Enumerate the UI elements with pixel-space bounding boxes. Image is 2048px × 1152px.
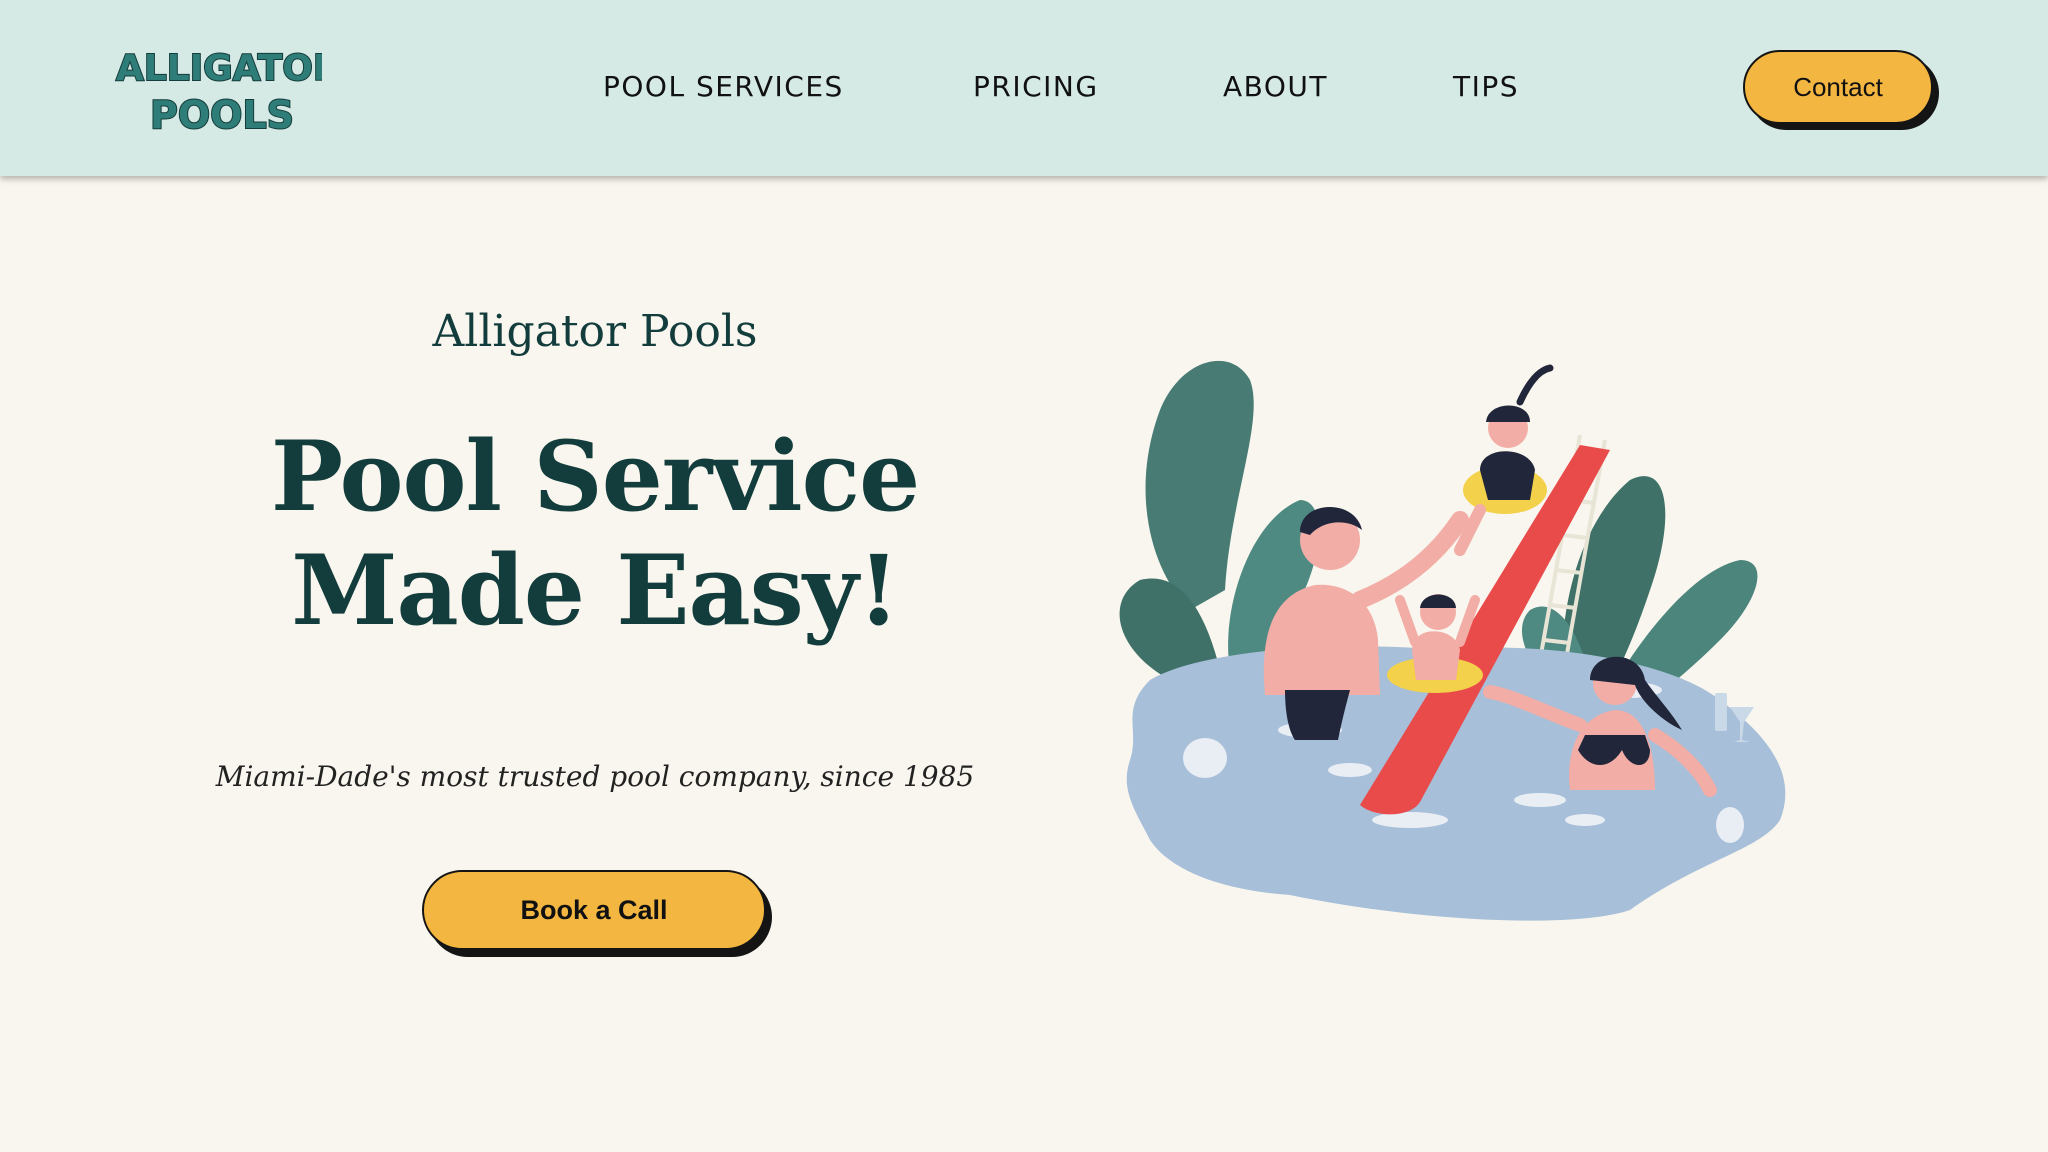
pool-family-illustration <box>1119 360 1786 921</box>
nav-tips[interactable]: TIPS <box>1453 70 1519 103</box>
nav-pool-services[interactable]: POOL SERVICES <box>603 70 844 103</box>
book-a-call-button[interactable]: Book a Call <box>422 870 766 950</box>
headline-line2: Made Easy! <box>291 534 899 647</box>
logo-line1: ALLIGATOR <box>116 48 322 89</box>
nav-pricing[interactable]: PRICING <box>973 70 1099 103</box>
hero-tagline: Miami-Dade's most trusted pool company, … <box>215 760 975 793</box>
hero-eyebrow: Alligator Pools <box>432 306 758 357</box>
headline-line1: Pool Service <box>270 420 920 533</box>
hero-headline: Pool Service Made Easy! <box>180 420 1010 648</box>
site-logo[interactable]: ALLIGATOR POOLS <box>112 40 322 136</box>
contact-button[interactable]: Contact <box>1743 50 1933 124</box>
logo-line2: POOLS <box>150 93 294 136</box>
leaf-left-tall <box>1145 360 1254 610</box>
site-header: ALLIGATOR POOLS POOL SERVICES PRICING AB… <box>0 0 2048 176</box>
nav-about[interactable]: ABOUT <box>1223 70 1328 103</box>
